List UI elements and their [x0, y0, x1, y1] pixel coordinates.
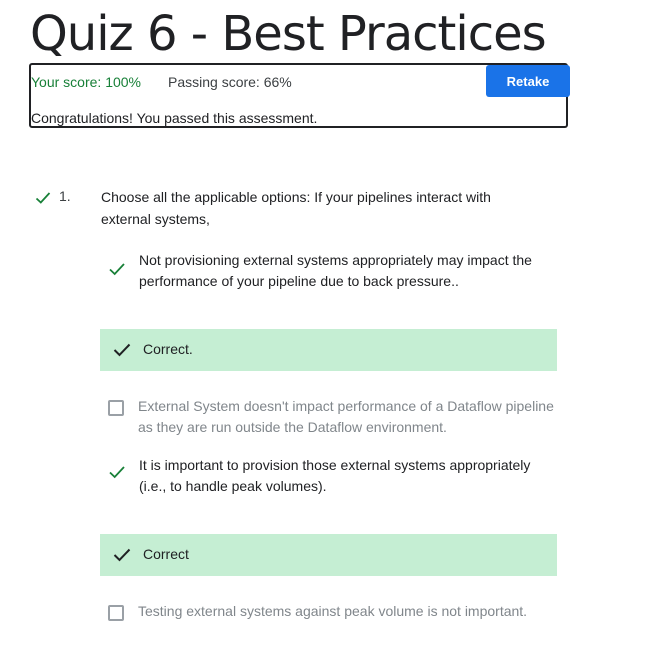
check-icon — [113, 548, 131, 562]
check-icon — [109, 263, 125, 276]
answer-option-text: External System doesn't impact performan… — [138, 398, 554, 435]
score-summary: Your score: 100% Passing score: 66% Cong… — [29, 63, 570, 128]
answer-feedback-correct: Correct. — [100, 329, 557, 371]
pass-message: Congratulations! You passed this assessm… — [31, 110, 318, 126]
answer-option-text: Testing external systems against peak vo… — [138, 603, 528, 619]
feedback-text: Correct. — [143, 341, 193, 357]
checkbox-icon[interactable] — [108, 605, 124, 621]
check-icon — [113, 343, 131, 357]
your-score: Your score: 100% — [31, 74, 141, 90]
answer-feedback-correct: Correct — [100, 534, 557, 576]
check-icon — [109, 466, 125, 479]
question-number: 1. — [59, 188, 71, 204]
answer-option-text: Not provisioning external systems approp… — [139, 252, 532, 289]
question-correct-check-icon — [35, 192, 51, 204]
retake-button[interactable]: Retake — [486, 65, 570, 97]
answer-option-text: It is important to provision those exter… — [139, 457, 531, 494]
feedback-text: Correct — [143, 546, 189, 562]
checkbox-icon[interactable] — [108, 400, 124, 416]
passing-score: Passing score: 66% — [168, 74, 292, 90]
question-text: Choose all the applicable options: If yo… — [101, 189, 491, 227]
page-title: Quiz 6 - Best Practices — [30, 6, 547, 62]
